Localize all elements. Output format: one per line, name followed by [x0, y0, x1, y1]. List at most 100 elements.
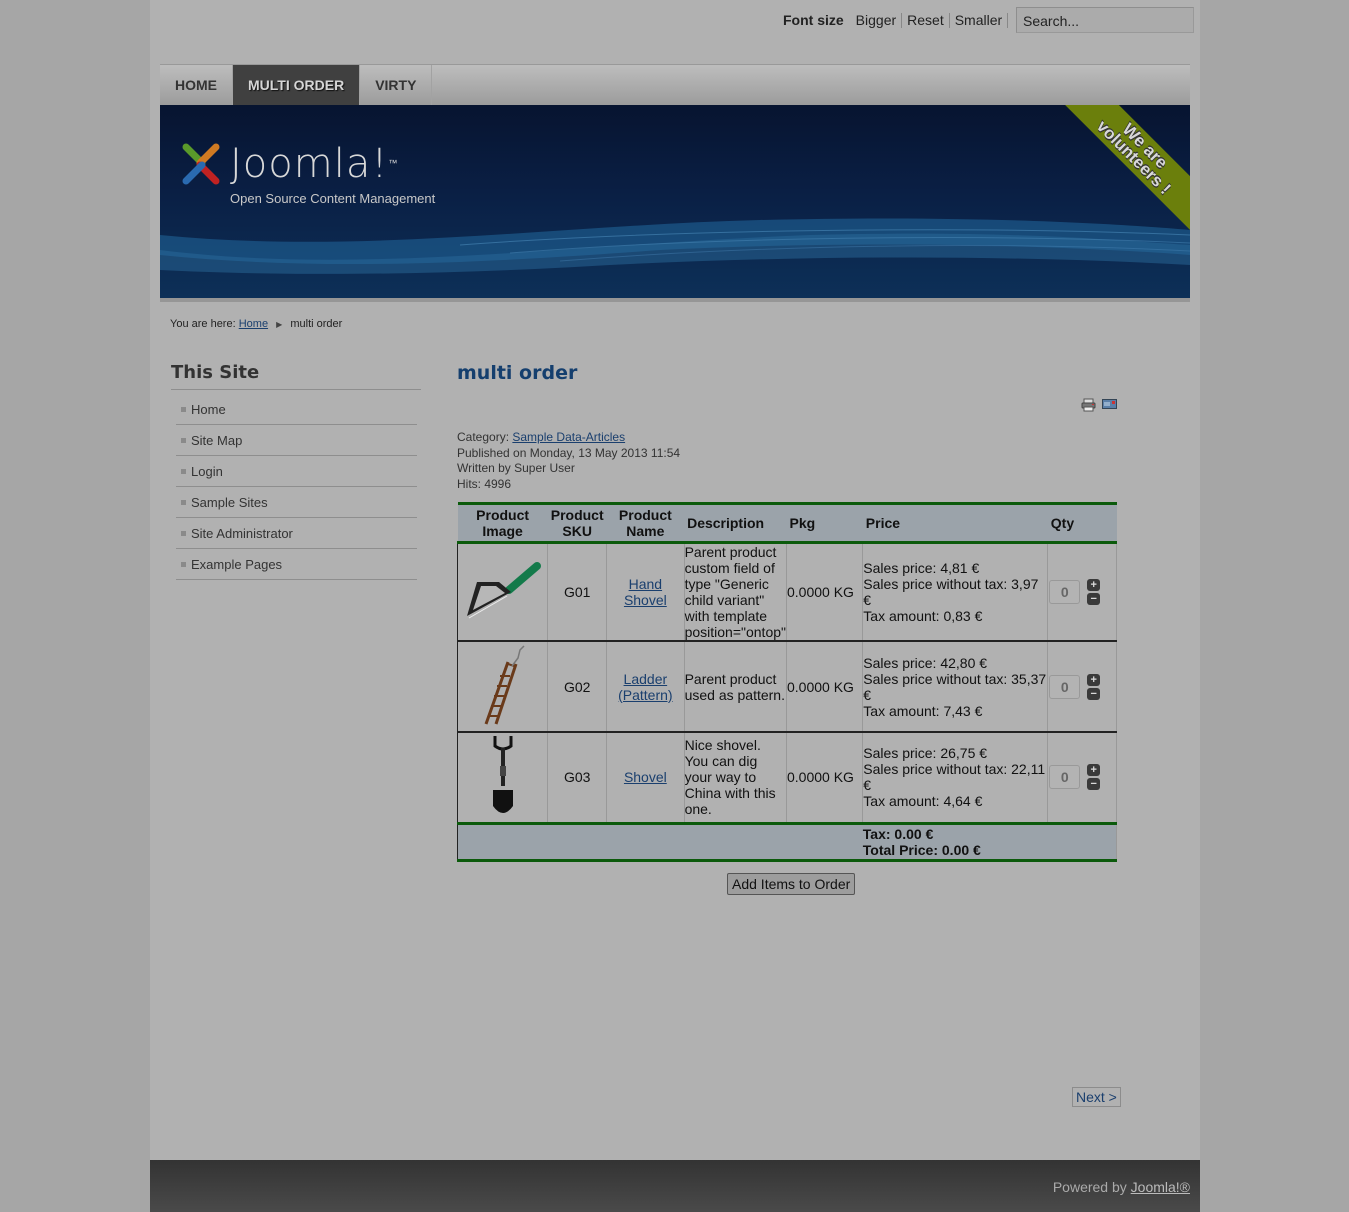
product-sku: G02: [547, 641, 607, 733]
header-description: Description: [684, 502, 787, 544]
sidebar-item-label[interactable]: Site Map: [191, 425, 242, 456]
breadcrumb-home-link[interactable]: Home: [239, 318, 268, 330]
page-title: multi order: [457, 362, 578, 384]
sidebar-title: This Site: [171, 360, 421, 390]
search-input[interactable]: Search...: [1016, 7, 1194, 33]
font-bigger-link[interactable]: Bigger: [851, 12, 903, 28]
sidebar-item-label[interactable]: Example Pages: [191, 549, 282, 580]
minus-icon[interactable]: −: [1087, 593, 1101, 605]
product-name-link[interactable]: Shovel: [624, 769, 667, 785]
quantity-stepper: 0 + −: [1048, 764, 1116, 791]
product-price-cell: Sales price: 4,81 € Sales price without …: [862, 542, 1048, 642]
article-actions: [1081, 398, 1117, 412]
bullet-icon: [181, 499, 186, 505]
quantity-input[interactable]: 0: [1049, 765, 1081, 790]
tax-amount: Tax amount: 4,64 €: [863, 793, 983, 810]
ladder-image[interactable]: [478, 644, 528, 726]
sidebar-item-label[interactable]: Sample Sites: [191, 487, 268, 518]
table-header-row: Product Image Product SKU Product Name D…: [457, 502, 1117, 544]
sidebar-item-label[interactable]: Login: [191, 456, 223, 487]
footer: Powered by Joomla!®: [150, 1160, 1200, 1212]
total-tax: Tax: 0.00 €: [862, 825, 934, 842]
sidebar-item-site-administrator[interactable]: Site Administrator: [176, 518, 417, 549]
add-items-to-order-button[interactable]: Add Items to Order: [727, 873, 856, 895]
product-image-cell: [456, 542, 548, 642]
article-hits: Hits: 4996: [457, 476, 512, 491]
bullet-icon: [181, 406, 186, 412]
product-name-cell: Ladder (Pattern): [606, 641, 685, 733]
qty-cell: 0 + −: [1047, 542, 1117, 642]
powered-by: Powered by Joomla!®: [1052, 1179, 1190, 1195]
sales-price: Sales price: 26,75 €: [863, 745, 988, 762]
product-image-cell: [456, 641, 548, 733]
font-size-controls: Font size Bigger Reset Smaller: [783, 12, 1009, 28]
quantity-stepper: 0 + −: [1048, 579, 1116, 605]
nav-item-home[interactable]: HOME: [160, 65, 233, 105]
joomla-logo-icon: [182, 143, 220, 185]
sidebar-item-label[interactable]: Home: [191, 394, 226, 425]
sidebar-item-login[interactable]: Login: [176, 456, 417, 487]
qty-cell: 0 + −: [1047, 732, 1117, 824]
bullet-icon: [181, 437, 186, 443]
product-sku: G01: [547, 542, 607, 642]
product-description: Parent product custom field of type "Gen…: [683, 542, 787, 642]
main-content: multi order Category: Sample Data-Articl…: [456, 360, 1117, 895]
tax-amount: Tax amount: 0,83 €: [863, 608, 983, 624]
sidebar-item-example-pages[interactable]: Example Pages: [176, 549, 417, 580]
price-without-tax: Sales price without tax: 22,11 €: [863, 761, 1046, 794]
plus-icon[interactable]: +: [1087, 764, 1101, 777]
sidebar-item-label[interactable]: Site Administrator: [191, 518, 293, 549]
product-pkg: 0.0000 KG: [785, 732, 863, 824]
minus-icon[interactable]: −: [1087, 778, 1101, 791]
plus-icon[interactable]: +: [1087, 579, 1101, 591]
product-name-link[interactable]: Hand Shovel: [624, 576, 667, 608]
breadcrumb: You are here: Home ▶ multi order: [170, 318, 342, 330]
product-name-link[interactable]: Ladder (Pattern): [618, 671, 672, 703]
sidebar-item-home[interactable]: Home: [176, 394, 417, 425]
joomla-footer-link[interactable]: Joomla!®: [1131, 1179, 1190, 1195]
email-icon[interactable]: [1102, 398, 1117, 410]
article-author: Written by Super User: [457, 461, 575, 475]
nav-item-virty[interactable]: VIRTY: [360, 65, 433, 105]
shovel-image[interactable]: [488, 734, 518, 818]
joomla-logo[interactable]: Joomla!™: [178, 141, 398, 187]
bullet-icon: [181, 468, 186, 474]
minus-icon[interactable]: −: [1087, 687, 1101, 700]
header-product-name: Product Name: [606, 502, 685, 544]
next-page-button[interactable]: Next >: [1072, 1087, 1121, 1107]
breadcrumb-current: multi order: [290, 318, 343, 330]
sales-price: Sales price: 42,80 €: [863, 654, 988, 671]
page: Font size Bigger Reset Smaller Search...…: [150, 0, 1200, 1212]
product-description: Parent product used as pattern.: [683, 641, 787, 733]
price-without-tax: Sales price without tax: 3,97 €: [863, 576, 1039, 608]
header-product-image: Product Image: [457, 502, 548, 544]
tax-amount: Tax amount: 7,43 €: [863, 702, 983, 719]
hand-shovel-image[interactable]: [463, 560, 543, 622]
main-nav: HOME MULTI ORDER VIRTY: [160, 64, 1190, 105]
product-name-cell: Shovel: [606, 732, 685, 824]
product-price-cell: Sales price: 42,80 € Sales price without…: [862, 641, 1048, 733]
header-product-sku: Product SKU: [547, 502, 607, 544]
product-description: Nice shovel. You can dig your way to Chi…: [683, 732, 787, 824]
total-price: Total Price: 0.00 €: [862, 841, 981, 858]
product-image-cell: [456, 732, 548, 824]
plus-icon[interactable]: +: [1087, 673, 1101, 686]
nav-item-multi-order[interactable]: MULTI ORDER: [233, 65, 361, 105]
header-banner: Joomla!™ Open Source Content Management …: [160, 105, 1190, 298]
product-pkg: 0.0000 KG: [785, 641, 863, 733]
sales-price: Sales price: 4,81 €: [863, 560, 980, 576]
quantity-input[interactable]: 0: [1049, 674, 1081, 699]
print-icon[interactable]: [1081, 398, 1096, 412]
header-price: Price: [862, 502, 1048, 544]
header-pkg: Pkg: [786, 502, 863, 544]
font-reset-link[interactable]: Reset: [902, 12, 950, 28]
sidebar-item-site-map[interactable]: Site Map: [176, 425, 417, 456]
table-row: G02 Ladder (Pattern) Parent product used…: [456, 641, 1117, 733]
table-row: G01 Hand Shovel Parent product custom fi…: [456, 542, 1117, 642]
quantity-input[interactable]: 0: [1049, 580, 1081, 604]
category-link[interactable]: Sample Data-Articles: [512, 430, 625, 444]
font-smaller-link[interactable]: Smaller: [950, 12, 1009, 28]
article-info: Category: Sample Data-Articles Published…: [457, 430, 680, 492]
sidebar-item-sample-sites[interactable]: Sample Sites: [176, 487, 417, 518]
sidebar: This Site Home Site Map Login Sample Sit…: [171, 360, 421, 580]
